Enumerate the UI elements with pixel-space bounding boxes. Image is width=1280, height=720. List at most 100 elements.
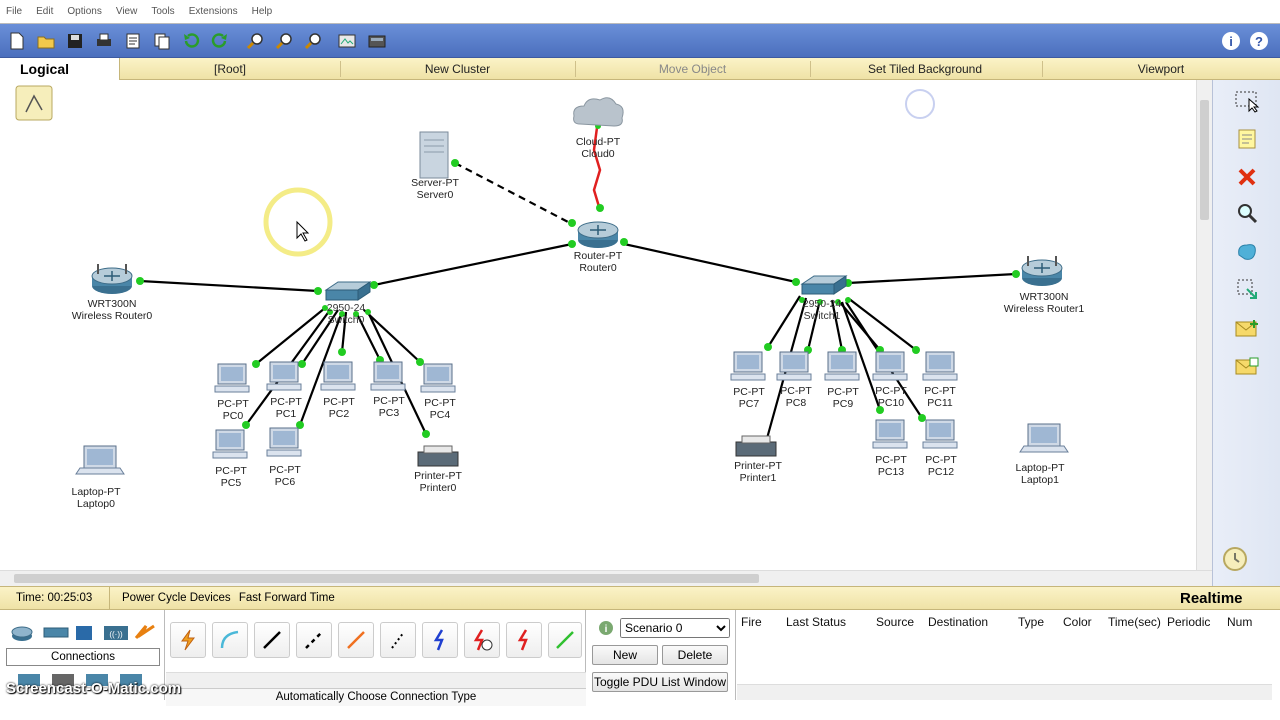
logical-workspace-canvas[interactable]: Cloud-PT Cloud0 Server-PT Server0 Router-P… <box>0 80 1212 570</box>
realtime-clock-icon[interactable] <box>1219 544 1251 574</box>
redo-icon[interactable] <box>209 30 231 52</box>
select-tool-icon[interactable] <box>1231 86 1263 116</box>
auto-connection-icon[interactable] <box>170 622 206 658</box>
pc10-icon <box>872 351 908 381</box>
animation-circle <box>905 89 935 119</box>
custom-device-icon[interactable] <box>366 30 388 52</box>
add-simple-pdu-icon[interactable] <box>1231 314 1263 344</box>
printer1-label: Printer-PT Printer1 <box>734 460 782 484</box>
bottom-panel: ((·)) Connections Automatically Choose C… <box>0 610 1280 720</box>
serial-dce-icon[interactable] <box>464 622 500 658</box>
info-icon[interactable]: i <box>1220 30 1242 52</box>
menu-help[interactable]: Help <box>252 6 273 17</box>
laptop1-icon <box>1019 423 1069 453</box>
phone-cable-icon[interactable] <box>380 622 416 658</box>
pc0-label: PC-PT PC0 <box>217 398 249 422</box>
zoom-reset-icon[interactable] <box>273 30 295 52</box>
new-scenario-button[interactable]: New <box>592 645 658 665</box>
printer0-label: Printer-PT Printer0 <box>414 470 462 494</box>
menu-view[interactable]: View <box>116 6 138 17</box>
pc5-icon <box>212 429 248 459</box>
col-time: Time(sec) <box>1108 615 1161 629</box>
help-icon[interactable]: ? <box>1248 30 1270 52</box>
new-cluster-button[interactable]: New Cluster <box>340 62 575 76</box>
connection-types-scrollbar[interactable] <box>166 672 586 688</box>
server0-label: Server-PT Server0 <box>411 177 459 201</box>
pc11-label: PC-PT PC11 <box>924 385 956 409</box>
svg-text:?: ? <box>1255 34 1263 49</box>
canvas-vertical-scrollbar[interactable] <box>1196 80 1212 570</box>
print-icon[interactable] <box>93 30 115 52</box>
octal-cable-icon[interactable] <box>548 622 582 658</box>
move-object-button[interactable]: Move Object <box>575 62 810 76</box>
pc3-icon <box>370 361 406 391</box>
printer0-icon <box>417 445 459 467</box>
fiber-icon[interactable] <box>338 622 374 658</box>
resize-shape-icon[interactable] <box>1231 274 1263 304</box>
hubs-category-icon <box>76 626 92 640</box>
viewport-button[interactable]: Viewport <box>1042 62 1280 76</box>
pc3-label: PC-PT PC3 <box>373 395 405 419</box>
realtime-mode-tab[interactable]: Realtime <box>1180 590 1243 607</box>
new-file-icon[interactable] <box>6 30 28 52</box>
activity-wizard-icon[interactable] <box>122 30 144 52</box>
palette-icon[interactable] <box>336 30 358 52</box>
menu-extensions[interactable]: Extensions <box>189 6 238 17</box>
inspect-icon[interactable] <box>1231 198 1263 228</box>
pc6-label: PC-PT PC6 <box>269 464 301 488</box>
draw-shape-icon[interactable] <box>1231 236 1263 266</box>
power-cycle-devices-button[interactable]: Power Cycle Devices <box>122 592 231 604</box>
logical-mode-tab[interactable]: Logical <box>0 58 120 80</box>
serial-dte-icon[interactable] <box>506 622 542 658</box>
printer1-icon <box>735 435 777 457</box>
laptop1-label: Laptop-PT Laptop1 <box>1015 462 1065 486</box>
main-toolbar: i ? <box>0 24 1280 58</box>
save-icon[interactable] <box>64 30 86 52</box>
connection-type-description: Automatically Choose Connection Type <box>166 688 586 706</box>
server0-icon <box>419 131 449 179</box>
menu-file[interactable]: File <box>6 6 22 17</box>
fast-forward-time-button[interactable]: Fast Forward Time <box>239 592 335 604</box>
pdu-list-scrollbar[interactable] <box>737 684 1272 700</box>
vertical-scroll-thumb[interactable] <box>1200 100 1209 220</box>
zoom-out-icon[interactable] <box>302 30 324 52</box>
menu-edit[interactable]: Edit <box>36 6 53 17</box>
menu-tools[interactable]: Tools <box>151 6 174 17</box>
pc1-label: PC-PT PC1 <box>270 396 302 420</box>
col-type: Type <box>1018 615 1045 629</box>
console-cable-icon[interactable] <box>212 622 248 658</box>
switches-category-icon <box>43 627 69 638</box>
coaxial-cable-icon[interactable] <box>422 622 458 658</box>
place-note-icon[interactable] <box>1231 124 1263 154</box>
routers-category-icon <box>11 626 33 641</box>
pc4-icon <box>420 363 456 393</box>
pc2-label: PC-PT PC2 <box>323 396 355 420</box>
col-num: Num <box>1227 615 1253 629</box>
toggle-pdu-list-button[interactable]: Toggle PDU List Window <box>592 672 728 692</box>
delete-scenario-button[interactable]: Delete <box>662 645 728 665</box>
canvas-horizontal-scrollbar[interactable] <box>0 570 1212 586</box>
col-source: Source <box>876 615 915 629</box>
pc9-icon <box>824 351 860 381</box>
add-complex-pdu-icon[interactable] <box>1231 352 1263 382</box>
copper-cross-over-icon[interactable] <box>296 622 332 658</box>
recording-watermark: Screencast-O-Matic.com <box>6 680 182 697</box>
copy-icon[interactable] <box>151 30 173 52</box>
menu-options[interactable]: Options <box>67 6 101 17</box>
undo-icon[interactable] <box>180 30 202 52</box>
root-button[interactable]: [Root] <box>120 62 340 76</box>
zoom-in-icon[interactable] <box>244 30 266 52</box>
switch0-label: 2950-24 Switch0 <box>326 302 366 326</box>
router0-icon <box>577 221 619 249</box>
pc12-label: PC-PT PC12 <box>925 454 957 478</box>
scenario-select[interactable]: Scenario 0 <box>620 618 730 638</box>
svg-text:i: i <box>605 624 608 635</box>
link-cloud0-router0 <box>592 119 602 211</box>
horizontal-scroll-thumb[interactable] <box>14 574 759 583</box>
delete-icon[interactable] <box>1231 162 1263 192</box>
set-tiled-background-button[interactable]: Set Tiled Background <box>810 62 1040 76</box>
scenario-info-icon: i <box>599 621 613 635</box>
open-folder-icon[interactable] <box>35 30 57 52</box>
copper-straight-through-icon[interactable] <box>254 622 290 658</box>
device-category-icons[interactable]: ((·)) <box>8 616 168 650</box>
